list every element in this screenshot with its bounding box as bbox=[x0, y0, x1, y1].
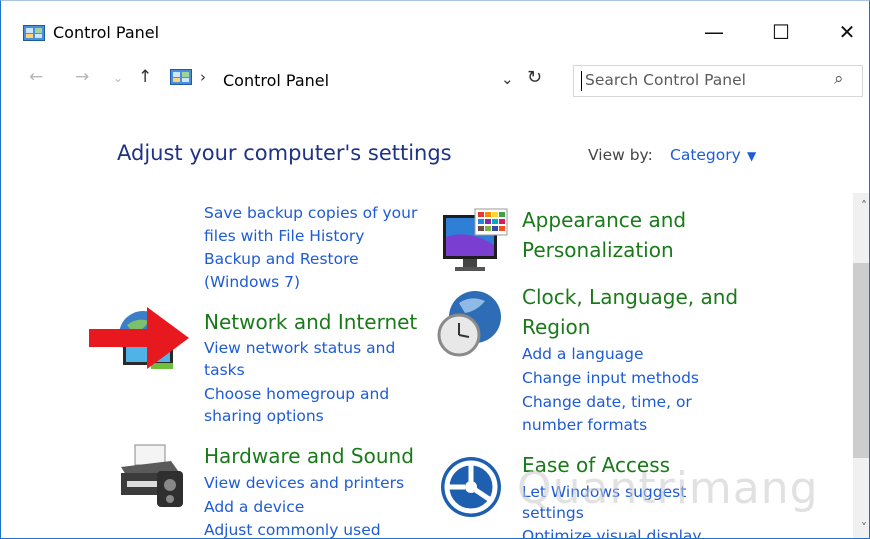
backup-restore-link-line2[interactable]: (Windows 7) bbox=[204, 271, 300, 294]
view-devices-link[interactable]: View devices and printers bbox=[204, 472, 404, 495]
change-date-time-link-line2[interactable]: number formats bbox=[522, 414, 647, 437]
breadcrumb-separator: › bbox=[200, 68, 206, 86]
backup-restore-link[interactable]: Backup and Restore bbox=[204, 248, 359, 271]
caret-down-icon[interactable]: ▼ bbox=[747, 149, 756, 163]
address-dropdown-button[interactable]: ⌄ bbox=[501, 70, 514, 88]
scroll-down-icon[interactable]: ˅ bbox=[861, 521, 867, 535]
breadcrumb-control-panel[interactable]: Control Panel bbox=[223, 71, 329, 90]
clock-region-title[interactable]: Clock, Language, and bbox=[522, 282, 738, 312]
control-panel-window: Control Panel — ☐ ✕ ← → ⌄ ↑ › Control Pa… bbox=[0, 0, 870, 539]
maximize-button[interactable]: ☐ bbox=[758, 15, 804, 49]
red-arrow-annotation bbox=[89, 307, 189, 369]
appearance-title[interactable]: Appearance and bbox=[522, 205, 686, 235]
ease-of-access-icon bbox=[441, 457, 501, 517]
file-history-link[interactable]: Save backup copies of your bbox=[204, 202, 417, 225]
maximize-icon: ☐ bbox=[772, 20, 790, 44]
adjust-settings-link[interactable]: Adjust commonly used bbox=[204, 519, 381, 538]
clock-globe-icon bbox=[437, 291, 501, 357]
change-input-methods-link[interactable]: Change input methods bbox=[522, 367, 699, 390]
close-button[interactable]: ✕ bbox=[824, 15, 869, 49]
view-by-dropdown[interactable]: Category bbox=[670, 146, 741, 164]
up-button[interactable]: ↑ bbox=[138, 67, 152, 87]
hardware-sound-title[interactable]: Hardware and Sound bbox=[204, 441, 414, 471]
search-placeholder: Search Control Panel bbox=[585, 71, 746, 89]
homegroup-link-line2[interactable]: sharing options bbox=[204, 405, 324, 428]
back-button[interactable]: ← bbox=[29, 67, 43, 87]
window-title: Control Panel bbox=[53, 23, 160, 42]
appearance-title-line2[interactable]: Personalization bbox=[522, 235, 674, 265]
text-caret bbox=[581, 71, 582, 91]
add-language-link[interactable]: Add a language bbox=[522, 343, 644, 366]
title-bar: Control Panel — ☐ ✕ bbox=[1, 1, 869, 47]
refresh-button[interactable]: ↻ bbox=[527, 67, 542, 88]
scrollbar-thumb[interactable] bbox=[853, 263, 869, 458]
optimize-display-link[interactable]: Optimize visual display bbox=[522, 525, 702, 538]
change-date-time-link[interactable]: Change date, time, or bbox=[522, 391, 692, 414]
control-panel-icon bbox=[170, 69, 192, 85]
add-device-link[interactable]: Add a device bbox=[204, 496, 304, 519]
homegroup-link[interactable]: Choose homegroup and bbox=[204, 383, 389, 406]
close-icon: ✕ bbox=[838, 20, 856, 44]
watermark: Quantrimang bbox=[517, 463, 819, 514]
view-network-status-link[interactable]: View network status and bbox=[204, 337, 395, 360]
appearance-icon bbox=[443, 208, 508, 271]
view-by-label: View by: bbox=[588, 146, 653, 164]
scroll-up-icon[interactable]: ˄ bbox=[861, 199, 867, 213]
control-panel-icon bbox=[23, 25, 45, 41]
forward-button[interactable]: → bbox=[75, 67, 89, 87]
network-internet-title[interactable]: Network and Internet bbox=[204, 307, 417, 337]
recent-locations-button[interactable]: ⌄ bbox=[113, 71, 123, 85]
view-network-status-link-line2[interactable]: tasks bbox=[204, 359, 245, 382]
clock-region-title-line2[interactable]: Region bbox=[522, 312, 590, 342]
minimize-icon: — bbox=[704, 20, 724, 44]
printer-icon bbox=[121, 444, 183, 507]
file-history-link-line2[interactable]: files with File History bbox=[204, 225, 364, 248]
page-title: Adjust your computer's settings bbox=[117, 141, 452, 165]
minimize-button[interactable]: — bbox=[691, 15, 737, 49]
search-icon[interactable]: ⌕ bbox=[834, 69, 844, 89]
